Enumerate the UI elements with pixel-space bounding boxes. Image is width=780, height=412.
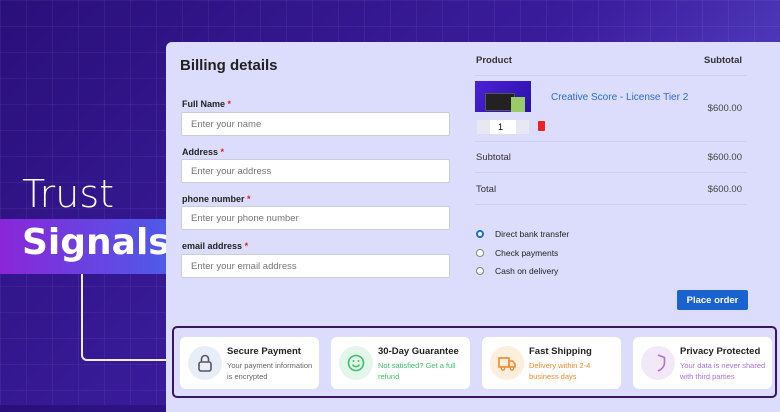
product-header: Product [476, 55, 512, 66]
decrement-button[interactable] [477, 120, 490, 134]
divider [475, 141, 747, 142]
quantity-input[interactable] [490, 120, 516, 134]
radio-icon[interactable] [476, 249, 484, 257]
subtotal-value: $600.00 [707, 152, 742, 163]
trust-card-description: Delivery within 2-4 business days [529, 361, 591, 381]
trash-icon[interactable] [538, 121, 545, 131]
lock-icon [188, 346, 222, 380]
subtotal-header: Subtotal [704, 55, 742, 66]
trust-card-description: Your data is never shared with third par… [680, 361, 766, 381]
trust-card-description: Not satisfied? Get a full refund [378, 361, 456, 381]
trust-card-description: Your payment information is encrypted [227, 361, 313, 381]
shield-icon [641, 346, 675, 380]
smiley-icon [339, 346, 373, 380]
trust-card-30-day-guarantee: 30-Day Guarantee Not satisfied? Get a fu… [331, 337, 470, 389]
trust-card-title: Fast Shipping [529, 346, 592, 357]
payment-check[interactable]: Check payments [476, 248, 558, 258]
trust-card-fast-shipping: Fast Shipping Delivery within 2-4 busine… [482, 337, 621, 389]
radio-selected-icon[interactable] [476, 230, 484, 238]
trust-card-secure-payment: Secure Payment Your payment information … [180, 337, 319, 389]
product-name-link[interactable]: Creative Score - License Tier 2 [551, 92, 688, 103]
address-input[interactable] [181, 159, 450, 183]
total-value: $600.00 [707, 184, 742, 195]
full-name-input[interactable] [181, 112, 450, 136]
phone-label: phone number * [182, 194, 251, 204]
billing-title: Billing details [180, 57, 278, 74]
email-input[interactable] [181, 254, 450, 278]
trust-card-title: 30-Day Guarantee [378, 346, 459, 357]
hero-title-line1: Trust [22, 172, 115, 216]
truck-icon [490, 346, 524, 380]
trust-card-privacy-protected: Privacy Protected Your data is never sha… [633, 337, 772, 389]
total-label: Total [476, 184, 497, 195]
place-order-button[interactable]: Place order [677, 290, 748, 310]
connector-line [81, 274, 173, 361]
subtotal-label: Subtotal [476, 152, 511, 163]
divider [475, 204, 747, 205]
quantity-stepper[interactable] [476, 119, 530, 135]
hero-title-line2: Signals [22, 222, 170, 263]
increment-button[interactable] [516, 120, 529, 134]
email-label: email address * [182, 241, 249, 251]
divider [475, 172, 747, 173]
divider [475, 75, 747, 76]
address-label: Address * [182, 147, 225, 157]
trust-card-title: Privacy Protected [680, 346, 761, 357]
product-price: $600.00 [707, 103, 742, 114]
product-thumbnail [475, 81, 531, 112]
radio-icon[interactable] [476, 267, 484, 275]
full-name-label: Full Name * [182, 99, 232, 109]
phone-input[interactable] [181, 206, 450, 230]
trust-card-title: Secure Payment [227, 346, 301, 357]
payment-cash[interactable]: Cash on delivery [476, 266, 558, 276]
payment-direct-bank[interactable]: Direct bank transfer [476, 229, 569, 239]
